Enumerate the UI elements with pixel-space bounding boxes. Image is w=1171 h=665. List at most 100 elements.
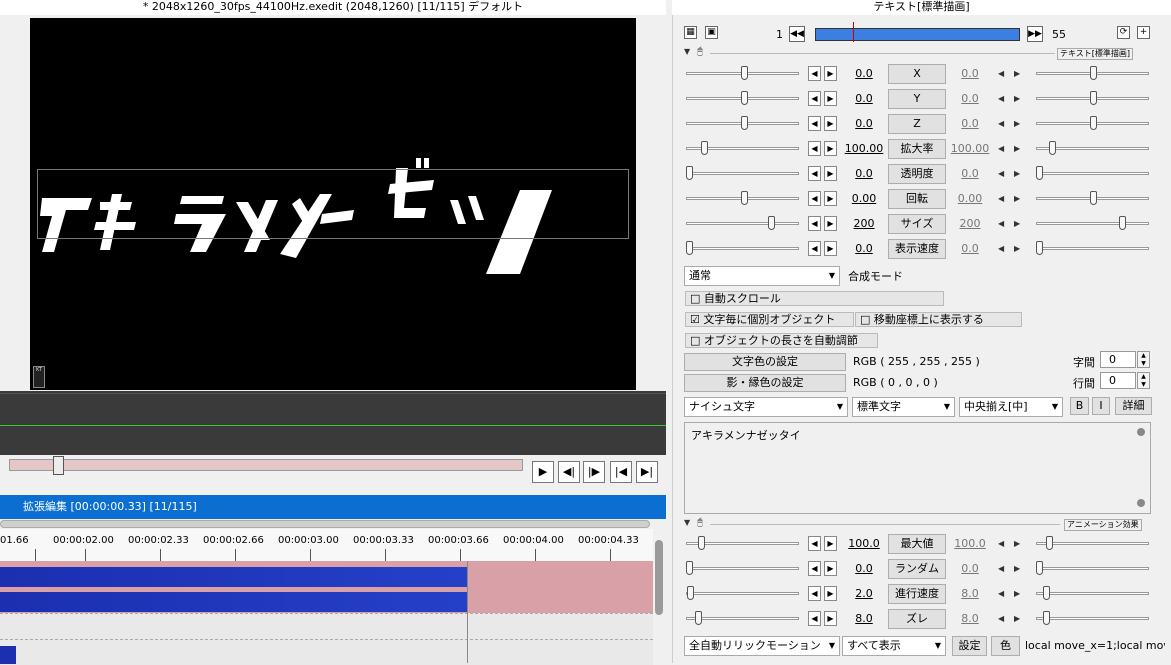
param-end-increment-icon[interactable]: ▶ bbox=[1014, 564, 1020, 573]
param-start-value[interactable]: 0.0 bbox=[844, 67, 884, 80]
next-frame-button[interactable]: |▶ bbox=[583, 461, 605, 483]
param-end-decrement-icon[interactable]: ◀ bbox=[998, 219, 1004, 228]
param-name-button[interactable]: ズレ bbox=[888, 609, 946, 629]
param-slider-thumb-end[interactable] bbox=[1119, 216, 1126, 230]
collapse-triangle-icon[interactable]: ▼ bbox=[684, 518, 690, 527]
param-end-decrement-icon[interactable]: ◀ bbox=[998, 244, 1004, 253]
timeline-tracks[interactable] bbox=[0, 561, 653, 665]
param-increment-button[interactable]: ▶ bbox=[824, 191, 837, 206]
param-slider-thumb-start[interactable] bbox=[686, 241, 693, 255]
param-end-increment-icon[interactable]: ▶ bbox=[1014, 194, 1020, 203]
param-increment-button[interactable]: ▶ bbox=[824, 586, 837, 601]
param-slider-thumb-start[interactable] bbox=[741, 191, 748, 205]
selection-rectangle[interactable] bbox=[37, 169, 629, 239]
param-end-decrement-icon[interactable]: ◀ bbox=[998, 564, 1004, 573]
param-decrement-button[interactable]: ◀ bbox=[808, 611, 821, 626]
param-end-decrement-icon[interactable]: ◀ bbox=[998, 539, 1004, 548]
param-name-button[interactable]: 最大値 bbox=[888, 534, 946, 554]
param-name-button[interactable]: 透明度 bbox=[888, 164, 946, 184]
param-slider-thumb-end[interactable] bbox=[1090, 91, 1097, 105]
group-tag-text[interactable]: アニメーション効果 bbox=[1064, 519, 1142, 531]
param-decrement-button[interactable]: ◀ bbox=[808, 586, 821, 601]
text-style-select[interactable]: 標準文字 ▼ bbox=[852, 397, 955, 417]
param-slider-thumb-start[interactable] bbox=[741, 116, 748, 130]
param-start-value[interactable]: 8.0 bbox=[844, 612, 884, 625]
param-increment-button[interactable]: ▶ bbox=[824, 216, 837, 231]
param-end-increment-icon[interactable]: ▶ bbox=[1014, 244, 1020, 253]
param-end-decrement-icon[interactable]: ◀ bbox=[998, 94, 1004, 103]
param-start-value[interactable]: 0.0 bbox=[844, 562, 884, 575]
anim-display-select[interactable]: すべて表示 ▼ bbox=[842, 636, 946, 656]
param-end-increment-icon[interactable]: ▶ bbox=[1014, 539, 1020, 548]
auto-length-checkbox[interactable]: □ オブジェクトの長さを自動調節 bbox=[685, 333, 878, 348]
param-end-value[interactable]: 0.0 bbox=[950, 92, 990, 105]
param-slider-thumb-end[interactable] bbox=[1036, 166, 1043, 180]
param-slider-track-start[interactable] bbox=[686, 567, 799, 570]
align-select[interactable]: 中央揃え[中] ▼ bbox=[959, 397, 1063, 417]
param-end-value[interactable]: 0.0 bbox=[950, 242, 990, 255]
timeline-clip[interactable] bbox=[0, 646, 16, 664]
param-slider-thumb-end[interactable] bbox=[1043, 586, 1050, 600]
param-increment-button[interactable]: ▶ bbox=[824, 561, 837, 576]
line-spacing-spinner[interactable]: ▲ ▼ bbox=[1137, 372, 1150, 389]
param-start-value[interactable]: 100.0 bbox=[844, 537, 884, 550]
param-slider-thumb-start[interactable] bbox=[741, 91, 748, 105]
param-name-button[interactable]: 表示速度 bbox=[888, 239, 946, 259]
param-name-button[interactable]: 回転 bbox=[888, 189, 946, 209]
param-end-increment-icon[interactable]: ▶ bbox=[1014, 119, 1020, 128]
param-slider-track-end[interactable] bbox=[1036, 567, 1149, 570]
param-start-value[interactable]: 0.0 bbox=[844, 117, 884, 130]
param-slider-track-start[interactable] bbox=[686, 247, 799, 250]
prev-frame-button[interactable]: ◀| bbox=[558, 461, 580, 483]
param-end-increment-icon[interactable]: ▶ bbox=[1014, 169, 1020, 178]
track-layer[interactable] bbox=[0, 587, 653, 613]
param-end-decrement-icon[interactable]: ◀ bbox=[998, 614, 1004, 623]
param-slider-track-end[interactable] bbox=[1036, 222, 1149, 225]
param-start-value[interactable]: 0.00 bbox=[844, 192, 884, 205]
param-decrement-button[interactable]: ◀ bbox=[808, 166, 821, 181]
param-end-increment-icon[interactable]: ▶ bbox=[1014, 144, 1020, 153]
param-slider-thumb-end[interactable] bbox=[1046, 536, 1053, 550]
param-slider-track-end[interactable] bbox=[1036, 247, 1149, 250]
anim-settings-button[interactable]: 設定 bbox=[952, 636, 987, 656]
frame-range-bar[interactable] bbox=[815, 28, 1020, 41]
next-frames-button[interactable]: ▶▶ bbox=[1027, 26, 1043, 42]
bold-button[interactable]: B bbox=[1070, 397, 1089, 415]
param-slider-track-end[interactable] bbox=[1036, 592, 1149, 595]
param-name-button[interactable]: Y bbox=[888, 89, 946, 109]
param-end-value[interactable]: 8.0 bbox=[950, 612, 990, 625]
param-slider-thumb-end[interactable] bbox=[1036, 561, 1043, 575]
param-decrement-button[interactable]: ◀ bbox=[808, 191, 821, 206]
param-slider-thumb-end[interactable] bbox=[1036, 241, 1043, 255]
param-decrement-button[interactable]: ◀ bbox=[808, 561, 821, 576]
param-slider-thumb-start[interactable] bbox=[701, 141, 708, 155]
param-end-decrement-icon[interactable]: ◀ bbox=[998, 69, 1004, 78]
param-slider-track-start[interactable] bbox=[686, 172, 799, 175]
param-slider-thumb-end[interactable] bbox=[1090, 191, 1097, 205]
detail-button[interactable]: 詳細 bbox=[1115, 397, 1152, 415]
param-end-decrement-icon[interactable]: ◀ bbox=[998, 144, 1004, 153]
param-end-increment-icon[interactable]: ▶ bbox=[1014, 94, 1020, 103]
param-slider-track-end[interactable] bbox=[1036, 172, 1149, 175]
param-start-value[interactable]: 2.0 bbox=[844, 587, 884, 600]
go-start-button[interactable]: |◀ bbox=[610, 461, 632, 483]
param-start-value[interactable]: 0.0 bbox=[844, 242, 884, 255]
param-end-value[interactable]: 100.00 bbox=[950, 142, 990, 155]
go-end-button[interactable]: ▶| bbox=[636, 461, 658, 483]
auto-scroll-checkbox[interactable]: □ 自動スクロール bbox=[685, 291, 944, 306]
param-end-value[interactable]: 0.0 bbox=[950, 117, 990, 130]
char-spacing-spinner[interactable]: ▲ ▼ bbox=[1137, 351, 1150, 368]
per-char-object-checkbox[interactable]: ☑ 文字毎に個別オブジェクト bbox=[685, 312, 854, 327]
param-decrement-button[interactable]: ◀ bbox=[808, 91, 821, 106]
param-end-decrement-icon[interactable]: ◀ bbox=[998, 169, 1004, 178]
param-name-button[interactable]: X bbox=[888, 64, 946, 84]
param-slider-thumb-start[interactable] bbox=[741, 66, 748, 80]
play-button[interactable]: ▶ bbox=[532, 461, 554, 483]
text-color-button[interactable]: 文字色の設定 bbox=[684, 353, 846, 371]
track-layer[interactable] bbox=[0, 639, 653, 665]
param-name-button[interactable]: サイズ bbox=[888, 214, 946, 234]
param-end-increment-icon[interactable]: ▶ bbox=[1014, 69, 1020, 78]
param-increment-button[interactable]: ▶ bbox=[824, 536, 837, 551]
param-name-button[interactable]: 進行速度 bbox=[888, 584, 946, 604]
param-start-value[interactable]: 100.00 bbox=[844, 142, 884, 155]
